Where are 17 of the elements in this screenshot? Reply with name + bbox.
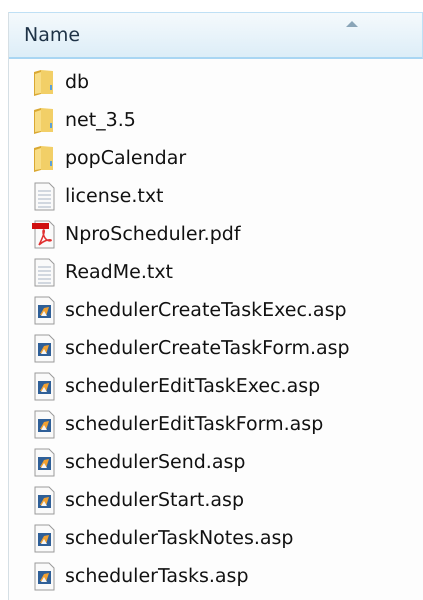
- column-label: Name: [24, 22, 80, 48]
- file-name[interactable]: NproScheduler.pdf: [65, 220, 241, 248]
- file-name[interactable]: schedulerEditTaskExec.asp: [65, 372, 320, 400]
- file-name[interactable]: schedulerStart.asp: [65, 486, 244, 514]
- file-name[interactable]: net_3.5: [65, 106, 136, 134]
- file-name[interactable]: db: [65, 68, 90, 96]
- file-name[interactable]: schedulerCreateTaskForm.asp: [65, 334, 350, 362]
- file-name[interactable]: license.txt: [65, 182, 164, 210]
- file-name[interactable]: schedulerSend.asp: [65, 448, 246, 476]
- file-name[interactable]: schedulerTaskNotes.asp: [65, 524, 294, 552]
- file-name[interactable]: popCalendar: [65, 144, 186, 172]
- column-header[interactable]: Name: [9, 12, 423, 59]
- file-name[interactable]: schedulerEditTaskForm.asp: [65, 410, 324, 438]
- file-name[interactable]: schedulerTasks.asp: [65, 562, 249, 590]
- file-name[interactable]: ReadMe.txt: [65, 258, 174, 286]
- pdf-file-icon: [31, 219, 57, 249]
- file-name[interactable]: schedulerCreateTaskExec.asp: [65, 296, 347, 324]
